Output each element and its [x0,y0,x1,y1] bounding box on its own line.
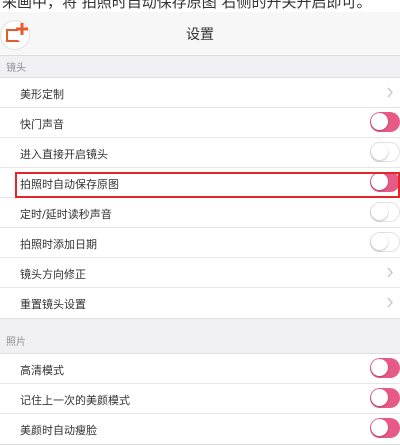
instruction-text: 采画中，将 拍照时自动保存原图 右侧的开关开启即可。 [2,0,372,11]
setting-row-beauty-custom[interactable]: 美形定制 [0,78,400,108]
setting-label: 进入直接开启镜头 [20,148,108,161]
instruction-caption: 采画中，将 拍照时自动保存原图 右侧的开关开启即可。 [0,0,400,12]
section-label-lens: 镜头 [6,63,26,74]
chevron-right-icon [387,87,393,98]
shutter-sound-toggle[interactable] [370,112,400,132]
page-title: 设置 [186,27,214,43]
photo-settings-group: 高清模式 记住上一次的美颜模式 美颜时自动瘦脸 [0,353,400,445]
setting-row-auto-save-original: 拍照时自动保存原图 [0,168,400,198]
setting-label: 记住上一次的美颜模式 [20,394,130,407]
add-date-toggle[interactable] [370,232,400,252]
setting-row-hd-mode: 高清模式 [0,354,400,384]
settings-header: 设置 [0,12,400,56]
chevron-right-icon [387,297,393,308]
setting-label: 拍照时添加日期 [20,238,97,251]
hd-mode-toggle[interactable] [370,358,400,378]
auto-save-original-toggle[interactable] [370,172,400,192]
setting-label: 高清模式 [20,364,64,377]
setting-row-add-date: 拍照时添加日期 [0,228,400,258]
chevron-right-icon [387,267,393,278]
section-label-photo: 照片 [6,337,26,348]
setting-label: 快门声音 [20,118,64,131]
setting-label: 美形定制 [20,88,64,101]
setting-label: 拍照时自动保存原图 [20,178,119,191]
setting-row-auto-slim-face: 美颜时自动瘦脸 [0,414,400,444]
setting-label: 镜头方向修正 [20,268,86,281]
open-camera-directly-toggle[interactable] [370,142,400,162]
timer-sound-toggle[interactable] [370,202,400,222]
setting-label: 定时/延时读秒声音 [20,208,112,221]
setting-row-remember-beauty: 记住上一次的美颜模式 [0,384,400,414]
setting-label: 重置镜头设置 [20,298,86,311]
setting-row-open-camera-directly: 进入直接开启镜头 [0,138,400,168]
setting-row-lens-direction[interactable]: 镜头方向修正 [0,258,400,288]
setting-row-timer-sound: 定时/延时读秒声音 [0,198,400,228]
setting-row-reset-lens[interactable]: 重置镜头设置 [0,288,400,318]
lens-settings-group: 美形定制 快门声音 进入直接开启镜头 拍照时自动保存原图 定时/延时读秒声音 拍… [0,77,400,319]
setting-label: 美颜时自动瘦脸 [20,424,97,437]
setting-row-shutter-sound: 快门声音 [0,108,400,138]
remember-beauty-toggle[interactable] [370,388,400,408]
auto-slim-face-toggle[interactable] [370,418,400,438]
